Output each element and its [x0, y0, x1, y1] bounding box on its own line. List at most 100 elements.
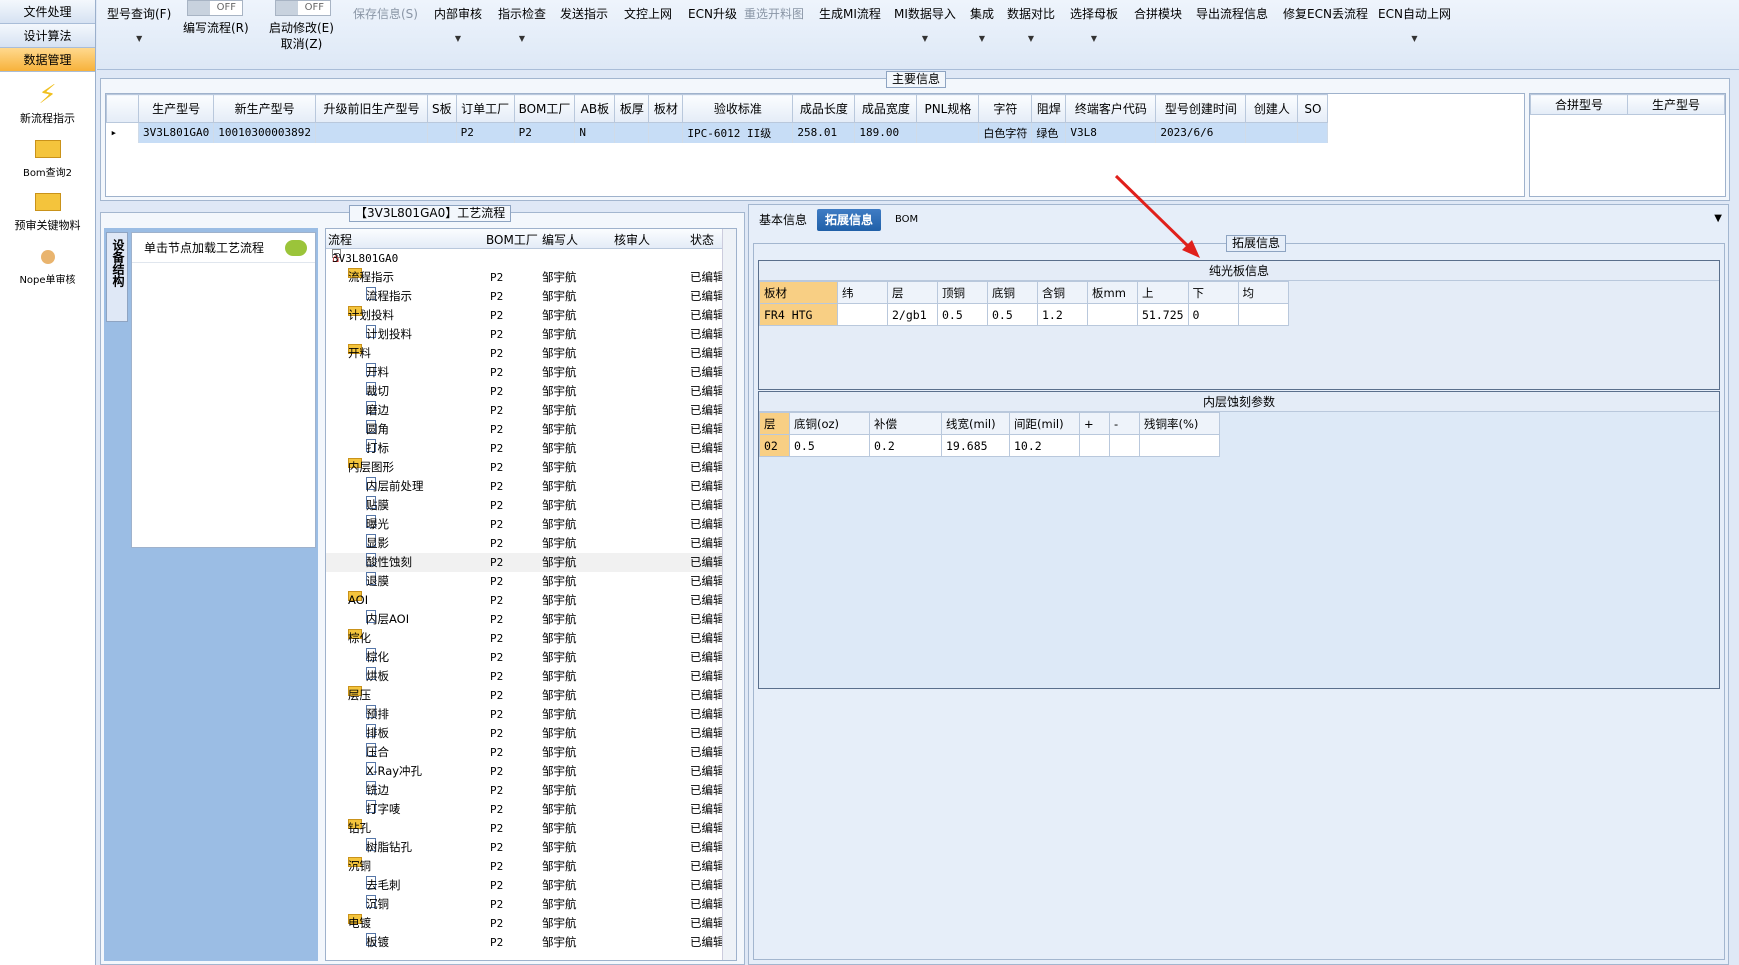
tree-node[interactable]: 铣边 P2 邹宇航 已编辑	[326, 781, 736, 800]
col-header[interactable]: 升级前旧生产型号	[314, 94, 428, 123]
tree-node[interactable]: 贴膜 P2 邹宇航 已编辑	[326, 496, 736, 515]
tree-node[interactable]: − AOIP2邹宇航已编辑	[326, 591, 736, 610]
cell[interactable]: 0.5	[789, 434, 870, 457]
tree-node[interactable]: 酸性蚀刻 P2 邹宇航 已编辑	[326, 553, 736, 572]
tree-node[interactable]: 流程指示 P2 邹宇航 已编辑	[326, 287, 736, 306]
inner-etch-table[interactable]: 层底铜(oz) 补偿 线宽(mil) 间距(mil) + - 残铜率(%) 02 0.5 0.2 1…	[759, 412, 1220, 457]
col-header[interactable]: 创建人	[1245, 94, 1299, 123]
tree-node[interactable]: − 棕化P2邹宇航已编辑	[326, 629, 736, 648]
cell[interactable]	[1237, 303, 1289, 326]
bom-query-tool[interactable]: Bom查询2	[0, 134, 95, 179]
cell[interactable]: 19.685	[941, 434, 1010, 457]
cell[interactable]	[427, 122, 457, 143]
col-header[interactable]: 验收标准	[682, 94, 794, 123]
internal-review-button[interactable]: 内部审核 ▼	[434, 0, 482, 43]
new-flow-tool[interactable]: ⚡ 新流程指示	[0, 80, 95, 126]
col-header[interactable]: 板厚	[614, 94, 650, 123]
cell[interactable]: FR4 HTG	[759, 303, 838, 326]
col-header[interactable]: 订单工厂	[455, 94, 515, 123]
tree-node[interactable]: 退膜 P2 邹宇航 已编辑	[326, 572, 736, 591]
tree-node[interactable]: 计划投料 P2 邹宇航 已编辑	[326, 325, 736, 344]
cell[interactable]: 51.725	[1137, 303, 1189, 326]
tree-node[interactable]: 打标 P2 邹宇航 已编辑	[326, 439, 736, 458]
tree-root[interactable]: − ⌂ 3V3L801GA0	[326, 249, 736, 268]
col-header[interactable]: 成品宽度	[854, 94, 918, 123]
tree-node[interactable]: − 钻孔P2邹宇航已编辑	[326, 819, 736, 838]
tree-node[interactable]: 打字唛 P2 邹宇航 已编辑	[326, 800, 736, 819]
col-header[interactable]: 字符	[978, 94, 1033, 123]
tree-node[interactable]: − 开料P2邹宇航已编辑	[326, 344, 736, 363]
process-tree[interactable]: 流程 BOM工厂 编写人 核审人 状态 − ⌂ 3V3L801GA0 − 流程指…	[325, 228, 737, 961]
col-header[interactable]: 生产型号	[137, 94, 215, 123]
main-grid[interactable]: 生产型号 新生产型号 升级前旧生产型号 S板 订单工厂 BOM工厂 AB板 板厚 板材 验收标准成…	[105, 93, 1525, 197]
tab-bom[interactable]: BOM	[887, 209, 926, 231]
col-header[interactable]: 板材	[648, 94, 684, 123]
ecn-auto-online-button[interactable]: ECN自动上网 ▼	[1378, 0, 1451, 43]
col-header[interactable]: PNL规格	[916, 94, 980, 123]
cell[interactable]	[1139, 434, 1220, 457]
nav-tab-file[interactable]: 文件处理	[0, 0, 95, 24]
cell[interactable]	[916, 122, 980, 143]
cell[interactable]: 10.2	[1009, 434, 1080, 457]
tree-node[interactable]: − 沉铜P2邹宇航已编辑	[326, 857, 736, 876]
cell[interactable]: 2023/6/6	[1155, 122, 1247, 143]
tree-node[interactable]: 烘板 P2 邹宇航 已编辑	[326, 667, 736, 686]
cell[interactable]: 0.2	[869, 434, 942, 457]
tree-node[interactable]: X-Ray冲孔 P2 邹宇航 已编辑	[326, 762, 736, 781]
send-instruction-button[interactable]: 发送指示	[560, 0, 608, 22]
cell[interactable]	[1087, 303, 1138, 326]
nav-tab-design[interactable]: 设计算法	[0, 24, 95, 48]
prereview-tool[interactable]: 预审关键物料	[0, 187, 95, 233]
tree-node[interactable]: 板镀 P2 邹宇航 已编辑	[326, 933, 736, 952]
device-structure-tab[interactable]: 设备结构	[106, 232, 128, 322]
cell[interactable]: P2	[514, 122, 576, 143]
tree-node[interactable]: − 计划投料P2邹宇航已编辑	[326, 306, 736, 325]
cell[interactable]: 白色字符	[978, 122, 1033, 143]
bare-board-table[interactable]: 板材纬层顶铜 底铜 含铜 板mm 上下均 FR4 HTG 2/gb1 0.5 0.5 1.2 51.…	[759, 281, 1289, 326]
cell[interactable]: N	[574, 122, 616, 143]
cell[interactable]	[614, 122, 650, 143]
doc-online-button[interactable]: 文控上网	[624, 0, 672, 22]
col-header[interactable]: BOM工厂	[513, 94, 576, 123]
tree-node[interactable]: 内层前处理 P2 邹宇航 已编辑	[326, 477, 736, 496]
col-header[interactable]: 型号创建时间	[1155, 94, 1247, 123]
col-header[interactable]: 阻焊	[1031, 94, 1067, 123]
cell[interactable]	[648, 122, 684, 143]
tree-node[interactable]: 显影 P2 邹宇航 已编辑	[326, 534, 736, 553]
integrate-button[interactable]: 集成 ▼	[970, 0, 994, 43]
cell[interactable]: 0.5	[987, 303, 1038, 326]
tree-node[interactable]: 排板 P2 邹宇航 已编辑	[326, 724, 736, 743]
cell[interactable]: 2/gb1	[887, 303, 938, 326]
cell[interactable]: IPC-6012 II级	[682, 122, 794, 143]
tab-extended-info[interactable]: 拓展信息	[817, 209, 882, 231]
cell[interactable]: 02	[759, 434, 790, 457]
tree-node[interactable]: 磨边 P2 邹宇航 已编辑	[326, 401, 736, 420]
save-info-button[interactable]: 保存信息(S)	[353, 0, 418, 22]
tree-node[interactable]: 曝光 P2 邹宇航 已编辑	[326, 515, 736, 534]
cell[interactable]	[837, 303, 888, 326]
cell[interactable]: 258.01	[792, 122, 856, 143]
select-motherboard-button[interactable]: 选择母板 ▼	[1070, 0, 1118, 43]
tree-node[interactable]: 圆角 P2 邹宇航 已编辑	[326, 420, 736, 439]
tree-node[interactable]: 裁切 P2 邹宇航 已编辑	[326, 382, 736, 401]
cell[interactable]: P2	[456, 122, 515, 143]
nope-review-tool[interactable]: Nope单审核	[0, 241, 95, 286]
data-compare-button[interactable]: 数据对比 ▼	[1007, 0, 1055, 43]
col-header[interactable]: SO	[1297, 94, 1329, 123]
tree-node[interactable]: 沉铜 P2 邹宇航 已编辑	[326, 895, 736, 914]
tree-node[interactable]: 去毛刺 P2 邹宇航 已编辑	[326, 876, 736, 895]
tab-basic-info[interactable]: 基本信息	[751, 209, 815, 231]
tree-node[interactable]: − 层压P2邹宇航已编辑	[326, 686, 736, 705]
col-header[interactable]: 新生产型号	[213, 94, 316, 123]
export-flow-button[interactable]: 导出流程信息	[1196, 0, 1268, 22]
cell[interactable]: 3V3L801GA0	[138, 122, 215, 143]
tree-scrollbar[interactable]	[722, 229, 736, 960]
nav-tab-data[interactable]: 数据管理	[0, 48, 95, 72]
model-query-button[interactable]: 型号查询(F) ▼	[107, 0, 171, 43]
merge-module-button[interactable]: 合拼模块	[1134, 0, 1182, 22]
tree-node[interactable]: − 流程指示P2邹宇航已编辑	[326, 268, 736, 287]
tree-node[interactable]: 棕化 P2 邹宇航 已编辑	[326, 648, 736, 667]
cell[interactable]	[1245, 122, 1299, 143]
mi-import-button[interactable]: MI数据导入 ▼	[894, 0, 956, 43]
cell[interactable]	[1079, 434, 1110, 457]
